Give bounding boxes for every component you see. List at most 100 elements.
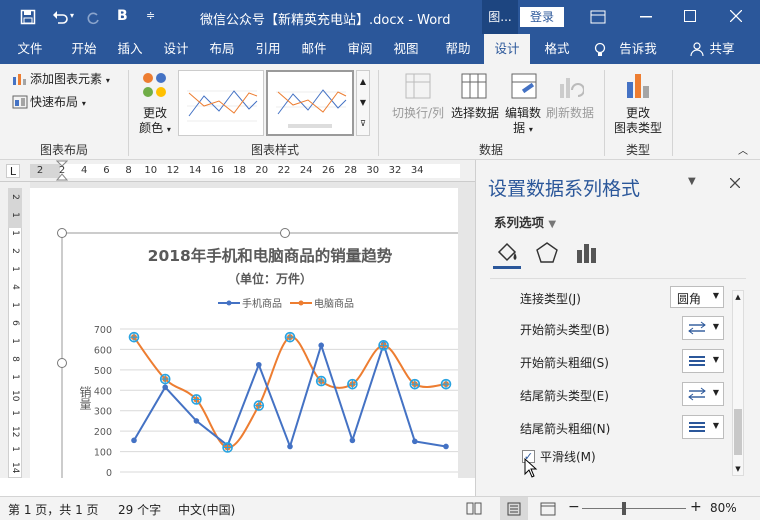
tab-view[interactable]: 视图: [382, 34, 430, 64]
tab-mailings[interactable]: 邮件: [290, 34, 338, 64]
vertical-ruler[interactable]: 2 1 1 2 1 4 1 6 1 8 1 10 1 12 1 14: [0, 182, 30, 478]
vruler-mark: 2: [10, 194, 20, 200]
point-phones: [443, 443, 449, 450]
arrow-size-icon: [689, 356, 705, 366]
pane-title: 设置数据系列格式: [488, 178, 641, 200]
save-icon[interactable]: [20, 9, 36, 25]
page-count[interactable]: 第 1 页，共 1 页: [8, 501, 99, 518]
chart-gridlines: 01002003004005006007001月 2月 3月 4月 5月 6月 7月 8月 9月…: [94, 325, 458, 478]
undo-dropdown-icon[interactable]: ▾: [70, 11, 74, 20]
zoom-slider-thumb[interactable]: [622, 502, 626, 515]
context-tab-label: 图...: [482, 0, 518, 34]
end-arrow-size-dropdown[interactable]: ▼: [682, 415, 724, 439]
join-type-dropdown[interactable]: 圆角 ▼: [670, 286, 724, 308]
ruler-mark: 18: [233, 165, 246, 176]
add-chart-element-button[interactable]: 添加图表元素 ▾: [30, 72, 110, 88]
document-page[interactable]: 2018年手机和电脑商品的销量趋势 （单位：万件） 手机商品 电脑商品 销量 0 1…: [30, 188, 458, 478]
pane-options-dropdown-icon[interactable]: ▼: [688, 176, 696, 187]
begin-arrow-type-dropdown[interactable]: ▼: [682, 316, 724, 340]
chart-resize-handle-left[interactable]: [57, 358, 67, 368]
point-phones: [162, 384, 168, 391]
language-indicator[interactable]: 中文(中国): [178, 501, 235, 518]
end-arrow-type-dropdown[interactable]: ▼: [682, 382, 724, 406]
pane-scrollbar[interactable]: ▲ ▼: [732, 290, 744, 476]
y-axis-title: 销量: [78, 386, 92, 410]
switch-row-column-icon: [405, 73, 431, 99]
chart-resize-handle-topleft[interactable]: [57, 228, 67, 238]
vruler-mark: 4: [10, 284, 20, 290]
ribbon-display-icon[interactable]: [590, 10, 606, 24]
select-data-button[interactable]: 选择数据: [448, 106, 502, 121]
active-tab-indicator: [493, 266, 521, 269]
change-chart-type-label-2: 图表类型: [613, 121, 662, 135]
smooth-line-label: 平滑线(M): [540, 450, 596, 464]
zoom-out-button[interactable]: −: [568, 499, 580, 515]
tab-review[interactable]: 审阅: [336, 34, 384, 64]
tell-me-search[interactable]: 告诉我: [614, 34, 662, 64]
web-layout-icon[interactable]: [540, 502, 556, 516]
collapse-ribbon-icon[interactable]: ︿: [738, 142, 748, 157]
series-options-menu[interactable]: 系列选项 ▼: [494, 212, 556, 231]
group-chart-layouts-label: 图表布局: [39, 143, 88, 157]
indent-marker-icon[interactable]: [56, 160, 68, 182]
edit-data-label-1: 编辑数: [504, 106, 541, 120]
tab-stop-selector[interactable]: L: [6, 164, 20, 178]
begin-arrow-size-dropdown[interactable]: ▼: [682, 349, 724, 373]
effects-icon[interactable]: [534, 240, 560, 266]
zoom-level[interactable]: 80%: [710, 501, 737, 515]
share-button[interactable]: 共享: [704, 34, 740, 64]
y-tick-label: 500: [94, 366, 112, 377]
y-tick-label: 700: [94, 325, 112, 336]
bold-icon[interactable]: B: [117, 8, 128, 24]
series-options-icon[interactable]: [574, 240, 600, 266]
zoom-in-button[interactable]: +: [690, 499, 702, 515]
tab-references[interactable]: 引用: [244, 34, 292, 64]
maximize-icon[interactable]: [684, 10, 696, 22]
refresh-data-button[interactable]: 刷新数据: [544, 106, 596, 121]
tab-home[interactable]: 开始: [60, 34, 108, 64]
y-tick-label: 400: [94, 386, 112, 397]
lightbulb-icon: [594, 42, 606, 56]
switch-row-column-button[interactable]: 切换行/列: [388, 106, 448, 121]
ruler-mark: 14: [188, 165, 202, 176]
chart-resize-handle-top[interactable]: [280, 228, 290, 238]
read-mode-icon[interactable]: [466, 502, 482, 516]
quick-layout-button[interactable]: 快速布局 ▾: [30, 95, 86, 111]
fill-line-icon[interactable]: [494, 240, 520, 266]
pane-close-icon[interactable]: [730, 178, 740, 188]
tab-file[interactable]: 文件: [6, 34, 54, 64]
chart-style-thumb-1[interactable]: [178, 70, 264, 136]
zoom-slider[interactable]: [582, 508, 686, 509]
change-colors-button[interactable]: 更改 颜色 ▾: [132, 106, 178, 137]
tab-help[interactable]: 帮助: [434, 34, 482, 64]
point-phones: [256, 361, 262, 368]
undo-icon[interactable]: [52, 9, 68, 25]
customize-toolbar-icon[interactable]: ≑: [146, 9, 155, 22]
y-tick-label: 600: [94, 345, 112, 356]
tab-insert[interactable]: 插入: [106, 34, 154, 64]
series-options-label: 系列选项: [494, 215, 545, 230]
document-area[interactable]: 2018年手机和电脑商品的销量趋势 （单位：万件） 手机商品 电脑商品 销量 0 1…: [30, 182, 475, 478]
pane-scrollbar-thumb[interactable]: [734, 409, 742, 455]
chart-style-thumb-2-selected[interactable]: [266, 70, 354, 136]
ruler-mark: 26: [322, 165, 335, 176]
ruler-mark: 4: [81, 165, 88, 176]
tab-layout[interactable]: 布局: [198, 34, 246, 64]
horizontal-ruler[interactable]: L 2 2 4 6 8 10 12 14 16 18 20 22 24 26 28 30 32 34: [0, 160, 475, 182]
close-icon[interactable]: [730, 10, 742, 22]
redo-icon: [87, 12, 99, 25]
styles-gallery-scroll[interactable]: ▲ ▼ ⊽: [356, 70, 370, 136]
print-layout-icon[interactable]: [506, 502, 522, 516]
chart[interactable]: 2018年手机和电脑商品的销量趋势 （单位：万件） 手机商品 电脑商品 销量 0 1…: [30, 188, 458, 478]
y-tick-label: 100: [94, 448, 112, 459]
login-button[interactable]: 登录: [520, 7, 564, 27]
word-count[interactable]: 29 个字: [118, 501, 161, 518]
tab-design[interactable]: 设计: [152, 34, 200, 64]
minimize-icon[interactable]: [640, 16, 652, 18]
ruler-mark: 2: [36, 165, 44, 176]
edit-data-button[interactable]: 编辑数据 ▾: [500, 106, 546, 137]
change-chart-type-button[interactable]: 更改 图表类型: [610, 106, 666, 136]
tab-chart-design[interactable]: 设计: [484, 34, 530, 64]
tab-format[interactable]: 格式: [534, 34, 580, 64]
ruler-mark: 20: [255, 165, 269, 176]
